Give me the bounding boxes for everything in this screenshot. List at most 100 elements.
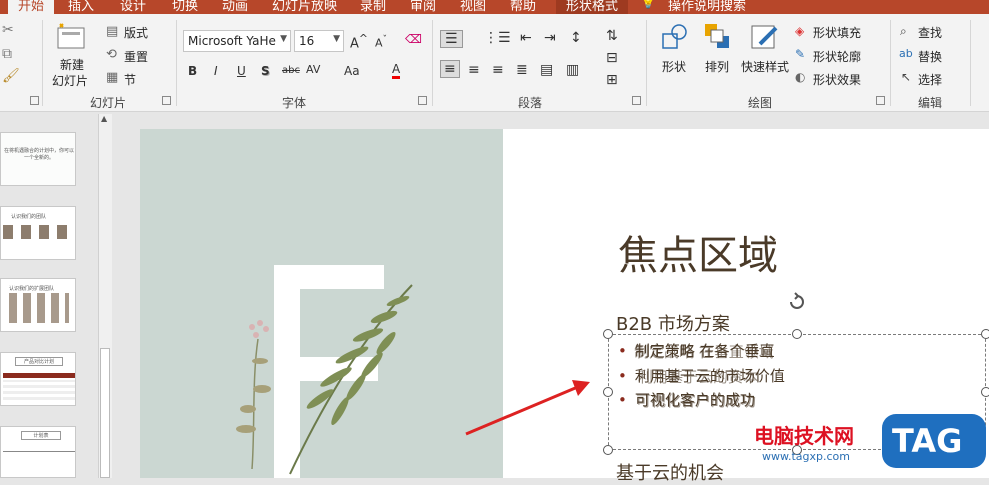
arrange-icon[interactable] [703, 22, 733, 52]
clipboard-launcher-icon[interactable] [30, 96, 39, 105]
tell-me-search[interactable]: 操作说明搜索 [668, 0, 746, 14]
tab-transitions[interactable]: 切换 [172, 0, 198, 14]
columns-icon[interactable]: ▥ [566, 62, 579, 78]
shadow-button[interactable]: S [261, 64, 270, 78]
separator [970, 20, 971, 106]
slide-thumbnail[interactable]: 认识我们的团队 [0, 206, 76, 260]
align-left-icon[interactable]: ≡ [440, 60, 460, 78]
font-color-button[interactable]: A [392, 62, 401, 79]
copy-icon[interactable]: ⧉ [2, 46, 12, 62]
quick-styles-icon[interactable] [750, 22, 780, 52]
shape-fill-button[interactable]: 形状填充 [813, 24, 861, 41]
resize-handle[interactable] [603, 387, 613, 397]
replace-icon[interactable]: ab [899, 47, 913, 60]
grow-font-icon[interactable]: A^ [350, 32, 368, 51]
slides-launcher-icon[interactable] [162, 96, 171, 105]
find-button[interactable]: 查找 [918, 24, 942, 41]
shapes-button[interactable]: 形状 [662, 58, 686, 75]
new-slide-label-2[interactable]: 幻灯片 [52, 72, 88, 89]
tab-record[interactable]: 录制 [360, 0, 386, 14]
align-right-icon[interactable]: ≡ [492, 62, 504, 78]
search-icon[interactable]: ⌕ [900, 24, 907, 39]
layout-button[interactable]: 版式 [124, 24, 148, 41]
clear-format-icon[interactable]: ⌫ [405, 32, 422, 46]
bullets-icon[interactable]: ☰ [440, 30, 463, 48]
resize-handle[interactable] [792, 329, 802, 339]
ribbon: ✂ ⧉ 🖌 新建 幻灯片 ▤ 版式 ⟲ 重置 ▦ 节 幻灯片 Microsoft… [0, 14, 989, 112]
paragraph-launcher-icon[interactable] [632, 96, 641, 105]
char-spacing-button[interactable]: AV [306, 63, 320, 76]
resize-handle[interactable] [981, 387, 989, 397]
tab-design[interactable]: 设计 [120, 0, 146, 14]
line-spacing-icon[interactable]: ↕ [570, 30, 582, 46]
slide-thumbnail[interactable]: 计划表 [0, 426, 76, 478]
group-label-font: 字体 [282, 96, 307, 110]
resize-handle[interactable] [603, 329, 613, 339]
resize-handle[interactable] [603, 445, 613, 455]
numbering-icon[interactable]: ⋮☰ [484, 30, 511, 46]
red-arrow-annotation [465, 380, 590, 436]
change-case-button[interactable]: Aa [344, 64, 360, 78]
align-text-icon[interactable]: ⊟ [606, 50, 618, 66]
reset-button[interactable]: 重置 [124, 48, 148, 65]
cut-icon[interactable]: ✂ [2, 22, 14, 38]
reset-icon[interactable]: ⟲ [106, 47, 117, 62]
tab-help[interactable]: 帮助 [510, 0, 536, 14]
section-icon[interactable]: ▦ [106, 70, 118, 85]
arrange-button[interactable]: 排列 [705, 58, 729, 75]
scrollbar-thumb[interactable] [100, 348, 110, 478]
font-size-select[interactable]: 16 ▼ [294, 30, 344, 52]
text-direction-icon[interactable]: ⇅ [606, 28, 618, 44]
font-name-select[interactable]: Microsoft YaHe ▼ [183, 30, 291, 52]
watermark-url: www.tagxp.com [762, 450, 850, 463]
tab-home[interactable]: 开始 [8, 0, 55, 14]
section-button[interactable]: 节 [124, 71, 136, 88]
shape-outline-button[interactable]: 形状轮廓 [813, 48, 861, 65]
shape-fill-icon[interactable]: ◈ [795, 24, 804, 38]
tab-shape-format[interactable]: 形状格式 [556, 0, 629, 14]
tag-logo-text: TAG [892, 422, 963, 460]
align-center-icon[interactable]: ≡ [468, 62, 480, 78]
shrink-font-icon[interactable]: Aˇ [375, 34, 387, 50]
smartart-icon[interactable]: ⊞ [606, 72, 618, 88]
italic-button[interactable]: I [214, 64, 218, 78]
slide-thumbnail[interactable]: 产品对比计划 [0, 352, 76, 406]
font-launcher-icon[interactable] [418, 96, 427, 105]
tag-logo: TAG [882, 414, 986, 468]
strikethrough-button[interactable]: abc [282, 65, 300, 76]
tab-review[interactable]: 审阅 [410, 0, 436, 14]
tab-animations[interactable]: 动画 [222, 0, 248, 14]
distributed-icon[interactable]: ▤ [540, 62, 553, 78]
shape-outline-icon[interactable]: ✎ [795, 47, 805, 61]
new-slide-label-1[interactable]: 新建 [60, 56, 84, 73]
justify-icon[interactable]: ≣ [516, 62, 528, 78]
quick-styles-button[interactable]: 快速样式 [741, 58, 789, 75]
increase-indent-icon[interactable]: ⇥ [544, 30, 556, 46]
slide-subheading-2[interactable]: 基于云的机会 [616, 459, 724, 485]
slide-thumbnail[interactable]: 在将机遇融合的计划中，你可以一个全新的。 [0, 132, 76, 186]
shape-effects-icon[interactable]: ◐ [795, 70, 805, 84]
drawing-launcher-icon[interactable] [876, 96, 885, 105]
underline-button[interactable]: U [237, 64, 246, 78]
bold-button[interactable]: B [188, 64, 197, 78]
tab-view[interactable]: 视图 [460, 0, 486, 14]
shapes-icon[interactable] [660, 22, 690, 52]
scroll-up-icon[interactable]: ▲ [101, 114, 107, 123]
tab-insert[interactable]: 插入 [68, 0, 94, 14]
thumbnail-scrollbar[interactable]: ▲ [98, 114, 112, 478]
tab-slideshow[interactable]: 幻灯片放映 [272, 0, 337, 14]
watermark-text: 电脑技术网 [754, 424, 854, 448]
replace-button[interactable]: 替换 [918, 48, 942, 65]
slide-thumbnail[interactable]: 认识我们的扩展团队 [0, 278, 76, 332]
rotate-handle-icon[interactable] [786, 291, 808, 313]
new-slide-icon[interactable] [56, 22, 86, 50]
select-button[interactable]: 选择 [918, 71, 942, 88]
resize-handle[interactable] [981, 329, 989, 339]
slide-title[interactable]: 焦点区域 [618, 223, 778, 281]
select-cursor-icon[interactable]: ↖ [901, 70, 911, 84]
decrease-indent-icon[interactable]: ⇤ [520, 30, 532, 46]
shape-effects-button[interactable]: 形状效果 [813, 71, 861, 88]
format-painter-icon[interactable]: 🖌 [2, 68, 20, 84]
slide-subheading[interactable]: B2B 市场方案 [616, 310, 730, 336]
layout-icon[interactable]: ▤ [106, 24, 118, 39]
